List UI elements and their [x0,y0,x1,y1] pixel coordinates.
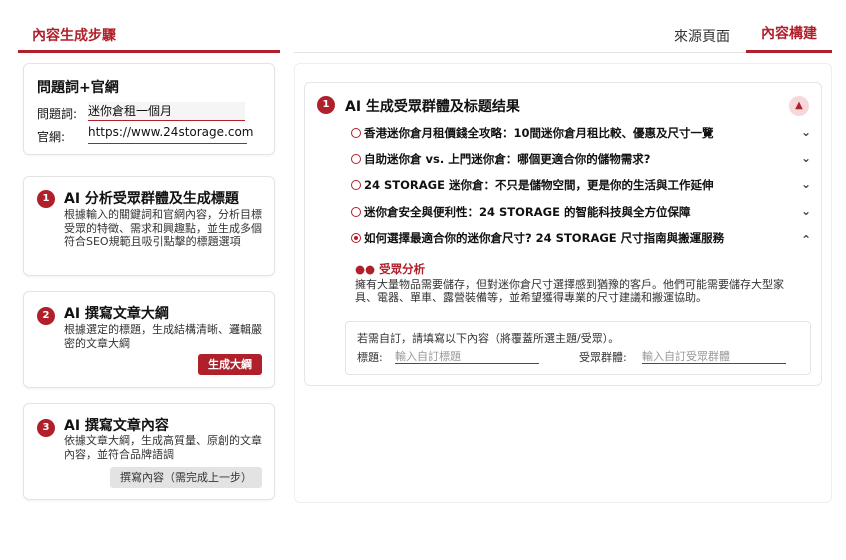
step-title: AI 分析受眾群體及生成標題 [64,191,239,207]
step-description: 根據輸入的關鍵詞和官網內容，分析目標受眾的特徵、需求和興趣點，並生成多個符合SE… [64,208,262,248]
keyword-label: 問題詞: [37,107,78,121]
result-number-badge: 1 [317,96,335,114]
title-option-text: 如何選擇最適合你的迷你倉尺寸? 24 STORAGE 尺寸指南與搬運服務 [364,231,725,245]
radio-icon[interactable] [351,128,361,138]
chevron-up-icon[interactable]: ⌄ [801,232,811,246]
generate-outline-button[interactable]: 生成大綱 [198,354,262,375]
custom-audience-label: 受眾群體: [579,351,627,364]
audience-heading-label: 受眾分析 [379,262,426,276]
audience-analysis-text: 擁有大量物品需要儲存，但對迷你倉尺寸選擇感到猶豫的客戶。他們可能需要儲存大型家具… [355,278,784,304]
step-description: 根據選定的標題，生成結構清晰、邏輯嚴密的文章大綱 [64,323,262,350]
radio-icon[interactable] [351,154,361,164]
step-title: AI 撰寫文章內容 [64,418,169,434]
title-option[interactable]: 香港迷你倉月租價錢全攻略：10間迷你倉月租比較、優惠及尺寸一覽 ⌄ [351,125,811,143]
radio-icon[interactable] [351,207,361,217]
step-card-3: 3 AI 撰寫文章內容 依據文章大綱，生成高質量、原創的文章內容，並符合品牌語調… [23,403,275,500]
title-option-selected[interactable]: 如何選擇最適合你的迷你倉尺寸? 24 STORAGE 尺寸指南與搬運服務 ⌄ [351,230,811,248]
radio-icon[interactable] [351,180,361,190]
tab-content-build[interactable]: 內容構建 [746,26,832,53]
write-content-button[interactable]: 撰寫內容（需完成上一步） [110,467,262,488]
step-title: AI 撰寫文章大綱 [64,306,169,322]
chevron-down-icon[interactable]: ⌄ [801,177,811,191]
custom-title-label: 標題: [357,351,383,364]
title-option[interactable]: 24 STORAGE 迷你倉：不只是儲物空間，更是你的生活與工作延伸 ⌄ [351,177,811,195]
keyword-card: 問題詞+官網 問題詞: 迷你倉租一個月 官網: https://www.24st… [23,63,275,155]
users-icon: ●● [355,262,376,276]
custom-override-box: 若需自訂，請填寫以下內容（將覆蓋所選主題/受眾）。 標題: 輸入自訂標題 受眾群… [345,321,811,375]
chevron-down-icon[interactable]: ⌄ [801,151,811,165]
step-card-1: 1 AI 分析受眾群體及生成標題 根據輸入的關鍵詞和官網內容，分析目標受眾的特徵… [23,176,275,276]
keyword-card-title: 問題詞+官網 [37,80,119,96]
steps-header: 內容生成步驟 [18,16,280,53]
collapse-chevron-up-icon[interactable]: ▲ [789,96,809,116]
step-description: 依據文章大綱，生成高質量、原創的文章內容，並符合品牌語調 [64,434,262,461]
custom-audience-input[interactable]: 輸入自訂受眾群體 [642,348,786,364]
result-card: 1 AI 生成受眾群體及标题结果 ▲ 香港迷你倉月租價錢全攻略：10間迷你倉月租… [304,82,822,386]
site-input[interactable]: https://www.24storage.com [88,125,253,144]
custom-note: 若需自訂，請填寫以下內容（將覆蓋所選主題/受眾）。 [357,332,620,345]
title-option-text: 自助迷你倉 vs. 上門迷你倉：哪個更適合你的儲物需求? [364,152,651,166]
custom-title-input[interactable]: 輸入自訂標題 [395,348,539,364]
radio-selected-icon[interactable] [351,233,361,243]
step-card-2: 2 AI 撰寫文章大綱 根據選定的標題，生成結構清晰、邏輯嚴密的文章大綱 生成大… [23,291,275,388]
tab-source-page[interactable]: 來源頁面 [674,26,730,46]
result-title: AI 生成受眾群體及标题结果 [345,99,520,115]
title-option-text: 迷你倉安全與便利性：24 STORAGE 的智能科技與全方位保障 [364,205,691,219]
step-number-badge: 3 [37,419,55,437]
steps-header-label: 內容生成步驟 [32,28,116,44]
title-option[interactable]: 自助迷你倉 vs. 上門迷你倉：哪個更適合你的儲物需求? ⌄ [351,151,811,169]
chevron-down-icon[interactable]: ⌄ [801,125,811,139]
audience-analysis-heading: ●● 受眾分析 [355,261,425,277]
title-option[interactable]: 迷你倉安全與便利性：24 STORAGE 的智能科技與全方位保障 ⌄ [351,204,811,222]
title-option-text: 24 STORAGE 迷你倉：不只是儲物空間，更是你的生活與工作延伸 [364,178,714,192]
tab-bar: 來源頁面 內容構建 [294,16,832,53]
keyword-input[interactable]: 迷你倉租一個月 [88,102,245,121]
site-label: 官網: [37,130,66,144]
step-number-badge: 2 [37,307,55,325]
title-option-text: 香港迷你倉月租價錢全攻略：10間迷你倉月租比較、優惠及尺寸一覽 [364,126,714,140]
chevron-down-icon[interactable]: ⌄ [801,204,811,218]
step-number-badge: 1 [37,190,55,208]
